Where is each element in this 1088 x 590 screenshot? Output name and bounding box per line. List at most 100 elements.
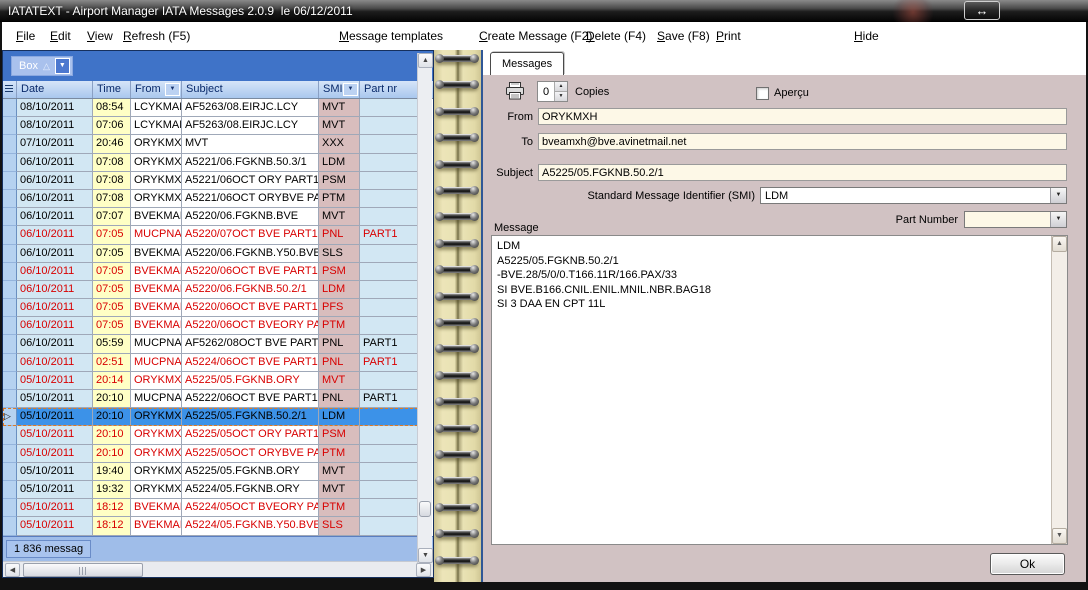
scroll-down-icon[interactable]: ▼	[418, 548, 433, 563]
column-header-time[interactable]: Time	[93, 81, 131, 98]
menu-item-create-message-f2[interactable]: Create Message (F2)	[479, 29, 592, 43]
column-header-smi[interactable]: SMI▼	[319, 81, 360, 98]
cell-sel	[3, 117, 17, 135]
cell-smi: MVT	[319, 208, 360, 226]
table-row[interactable]: 06/10/201102:51MUCPNAA5224/06OCT BVE PAR…	[3, 354, 418, 372]
scroll-left-icon[interactable]: ◀	[5, 563, 20, 577]
part-number-chevron-down-icon[interactable]: ▼	[1050, 212, 1066, 227]
message-scroll-up-icon[interactable]: ▲	[1052, 236, 1067, 252]
table-row[interactable]: 05/10/201120:10ORYKMXA5225/05OCT ORYBVE …	[3, 445, 418, 463]
table-row[interactable]: 06/10/201107:08ORYKMXA5221/06OCT ORY PAR…	[3, 172, 418, 190]
cell-sel	[3, 372, 17, 390]
cell-date: 06/10/2011	[17, 263, 93, 281]
vertical-scroll-thumb[interactable]	[419, 501, 431, 517]
subject-field[interactable]	[538, 164, 1067, 181]
copies-value[interactable]: 0	[538, 82, 554, 101]
cell-smi: PTM	[319, 190, 360, 208]
chevron-down-icon[interactable]: ▼	[55, 58, 70, 74]
menu-item-refresh-f5[interactable]: Refresh (F5)	[123, 29, 190, 43]
tab-messages[interactable]: Messages	[490, 52, 564, 75]
table-row[interactable]: 08/10/201108:54LCYKMAFAF5263/08.EIRJC.LC…	[3, 99, 418, 117]
spin-down-icon[interactable]: ▼	[555, 92, 567, 101]
cell-from: ORYKMX	[131, 190, 182, 208]
table-row[interactable]: 05/10/201120:14ORYKMXA5225/05.FGKNB.ORYM…	[3, 372, 418, 390]
menu-item-save-f8[interactable]: Save (F8)	[657, 29, 710, 43]
cell-date: 06/10/2011	[17, 281, 93, 299]
apercu-checkbox[interactable]	[756, 87, 769, 100]
scroll-right-icon[interactable]: ▶	[416, 563, 431, 577]
table-row[interactable]: 06/10/201107:05BVEKMAFA5220/06OCT BVEORY…	[3, 317, 418, 335]
cell-smi: XXX	[319, 135, 360, 153]
ok-button[interactable]: Ok	[990, 553, 1065, 575]
horizontal-scroll-thumb[interactable]	[23, 563, 143, 577]
titlebar-reflection	[888, 0, 938, 22]
column-header-from[interactable]: From▼	[131, 81, 182, 98]
cell-sel	[3, 263, 17, 281]
table-row[interactable]: 06/10/201107:05BVEKMAFA5220/06OCT BVE PA…	[3, 263, 418, 281]
message-scroll-down-icon[interactable]: ▼	[1052, 528, 1067, 544]
cell-subj: AF5263/08.EIRJC.LCY	[182, 99, 319, 117]
table-row[interactable]: 06/10/201107:08ORYKMXA5221/06OCT ORYBVE …	[3, 190, 418, 208]
cell-date: 05/10/2011	[17, 426, 93, 444]
table-row[interactable]: 08/10/201107:06LCYKMAFAF5263/08.EIRJC.LC…	[3, 117, 418, 135]
table-row[interactable]: 05/10/201118:12BVEKMAFA5224/05OCT BVEORY…	[3, 499, 418, 517]
table-row[interactable]: 06/10/201107:08ORYKMXA5221/06.FGKNB.50.3…	[3, 154, 418, 172]
from-filter-chevron-down-icon[interactable]: ▼	[165, 83, 180, 96]
cell-date: 05/10/2011	[17, 372, 93, 390]
menu-item-print[interactable]: Print	[716, 29, 741, 43]
message-scrollbar[interactable]: ▲ ▼	[1051, 236, 1067, 544]
table-row[interactable]: 06/10/201105:59MUCPNAAF5262/08OCT BVE PA…	[3, 335, 418, 353]
smi-filter-chevron-down-icon[interactable]: ▼	[343, 83, 358, 96]
cell-time: 19:40	[93, 463, 131, 481]
cell-date: 06/10/2011	[17, 354, 93, 372]
cell-sel: ▷	[3, 408, 17, 426]
message-table-body: 08/10/201108:54LCYKMAFAF5263/08.EIRJC.LC…	[3, 99, 433, 536]
menu-item-message-templates[interactable]: Message templates	[339, 29, 443, 43]
table-row[interactable]: 06/10/201107:05MUCPNAA5220/07OCT BVE PAR…	[3, 226, 418, 244]
cell-smi: PNL	[319, 354, 360, 372]
menu-item-view[interactable]: View	[87, 29, 113, 43]
table-row[interactable]: ▷05/10/201120:10ORYKMXA5225/05.FGKNB.50.…	[3, 408, 418, 426]
horizontal-scrollbar[interactable]: ◀ ▶	[3, 561, 433, 577]
table-row[interactable]: 06/10/201107:05BVEKMAFA5220/06OCT BVE PA…	[3, 299, 418, 317]
column-header-date[interactable]: Date	[17, 81, 93, 98]
smi-chevron-down-icon[interactable]: ▼	[1050, 188, 1066, 203]
restore-window-button[interactable]: ↔	[964, 1, 1000, 20]
box-group-dropdown[interactable]: Box △ ▼	[11, 56, 73, 76]
smi-dropdown[interactable]: LDM ▼	[760, 187, 1067, 204]
cell-date: 07/10/2011	[17, 135, 93, 153]
cell-subj: MVT	[182, 135, 319, 153]
cell-from: BVEKMAF	[131, 317, 182, 335]
cell-part	[360, 408, 418, 426]
table-row[interactable]: 05/10/201119:40ORYKMXA5225/05.FGKNB.ORYM…	[3, 463, 418, 481]
table-row[interactable]: 05/10/201120:10MUCPNAA5222/06OCT BVE PAR…	[3, 390, 418, 408]
cell-part: PART1	[360, 226, 418, 244]
part-number-dropdown[interactable]: ▼	[964, 211, 1067, 228]
message-textarea[interactable]: LDM A5225/05.FGKNB.50.2/1 -BVE.28/5/0/0.…	[497, 239, 1047, 541]
to-field[interactable]	[538, 133, 1067, 150]
row-selector-header[interactable]	[3, 81, 17, 98]
menu-item-hide[interactable]: Hide	[854, 29, 879, 43]
from-field[interactable]	[538, 108, 1067, 125]
cell-smi: PSM	[319, 263, 360, 281]
table-row[interactable]: 06/10/201107:05BVEKMAFA5220/06.FGKNB.Y50…	[3, 245, 418, 263]
table-row[interactable]: 05/10/201120:10ORYKMXA5225/05OCT ORY PAR…	[3, 426, 418, 444]
table-row[interactable]: 07/10/201120:46ORYKMXMVTXXX	[3, 135, 418, 153]
scroll-up-icon[interactable]: ▲	[418, 53, 433, 68]
cell-time: 07:05	[93, 245, 131, 263]
column-header-part-nr[interactable]: Part nr	[360, 81, 418, 98]
cell-smi: PSM	[319, 426, 360, 444]
table-row[interactable]: 06/10/201107:05BVEKMAFA5220/06.FGKNB.50.…	[3, 281, 418, 299]
menu-item-delete-f4[interactable]: Delete (F4)	[586, 29, 646, 43]
column-header-subject[interactable]: Subject	[182, 81, 319, 98]
table-row[interactable]: 05/10/201118:12BVEKMAFA5224/05.FGKNB.Y50…	[3, 517, 418, 535]
part-number-label: Part Number	[783, 214, 958, 226]
menu-item-file[interactable]: File	[16, 29, 35, 43]
copies-stepper[interactable]: 0 ▲ ▼	[537, 81, 568, 102]
spin-up-icon[interactable]: ▲	[555, 82, 567, 92]
table-row[interactable]: 05/10/201119:32ORYKMXA5224/05.FGKNB.ORYM…	[3, 481, 418, 499]
menu-item-edit[interactable]: Edit	[50, 29, 71, 43]
vertical-scrollbar[interactable]: ▲ ▼	[417, 53, 432, 563]
spiral-binder	[434, 50, 481, 582]
table-row[interactable]: 06/10/201107:07BVEKMAFA5220/06.FGKNB.BVE…	[3, 208, 418, 226]
